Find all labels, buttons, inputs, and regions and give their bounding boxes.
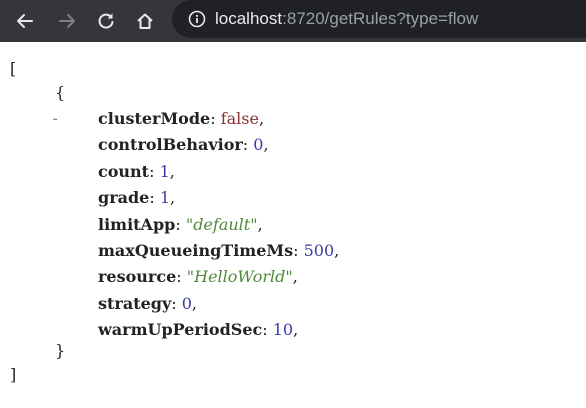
json-key: maxQueueingTimeMs [98, 241, 294, 260]
key-separator: : [171, 293, 182, 313]
key-separator: : [293, 241, 304, 260]
json-value: false [220, 109, 259, 128]
json-field-row: warmUpPeriodSec: 10, [98, 317, 298, 343]
back-button[interactable] [10, 6, 40, 36]
json-value: "default" [185, 214, 258, 234]
array-open-bracket: [ [10, 59, 17, 78]
info-icon[interactable] [188, 10, 206, 28]
json-key: limitApp [98, 214, 176, 234]
json-key: strategy [98, 293, 172, 313]
json-field-row: clusterMode: false, [98, 106, 264, 132]
browser-toolbar: localhost:8720/getRules?type=flow [0, 0, 586, 42]
url-path: :8720/getRules?type=flow [282, 9, 479, 28]
value-separator: , [334, 241, 340, 260]
json-value: 1 [159, 188, 171, 208]
value-separator: , [257, 214, 263, 234]
value-separator: , [170, 188, 176, 208]
value-separator: , [292, 267, 298, 287]
key-separator: : [176, 267, 187, 287]
json-value: 0 [181, 293, 192, 313]
json-field-row: maxQueueingTimeMs: 500, [98, 238, 339, 264]
value-separator: , [293, 320, 299, 340]
json-key: warmUpPeriodSec [98, 320, 263, 340]
key-separator: : [210, 109, 221, 128]
json-key: controlBehavior [98, 135, 243, 155]
reload-button[interactable] [91, 6, 121, 36]
json-field-row: controlBehavior: 0, [98, 132, 269, 158]
key-separator: : [242, 135, 254, 155]
object-close-brace: } [55, 341, 66, 360]
json-key: grade [98, 188, 150, 208]
reload-icon [98, 13, 114, 29]
json-field-row: grade: 1, [98, 185, 175, 211]
collapse-toggle[interactable]: - [50, 109, 60, 128]
key-separator: : [149, 161, 160, 181]
json-value: 10 [272, 320, 294, 340]
object-open-brace: { [55, 83, 66, 102]
home-button[interactable] [130, 6, 160, 36]
json-field-row: count: 1, [98, 159, 175, 185]
key-separator: : [262, 320, 273, 340]
json-viewer: [ - { clusterMode: false, controlBehavior… [0, 42, 586, 408]
key-separator: : [149, 188, 160, 208]
json-value: 500 [303, 241, 335, 260]
key-separator: : [175, 214, 186, 234]
json-value: "HelloWorld" [186, 267, 293, 287]
value-separator: , [191, 293, 198, 313]
json-value: 0 [253, 135, 264, 155]
forward-arrow-icon [59, 14, 75, 28]
json-field-row: resource: "HelloWorld", [98, 264, 298, 290]
json-key: resource [98, 267, 177, 287]
value-separator: , [169, 161, 175, 181]
address-bar[interactable]: localhost:8720/getRules?type=flow [172, 0, 586, 38]
home-icon [137, 13, 153, 29]
json-value: 1 [159, 161, 170, 181]
json-field-row: limitApp: "default", [98, 212, 263, 238]
url-host: localhost [215, 9, 283, 28]
json-field-row: strategy: 0, [98, 291, 197, 317]
forward-button[interactable] [52, 6, 82, 36]
value-separator: , [258, 109, 265, 128]
json-key: clusterMode [98, 109, 211, 128]
array-close-bracket: ] [10, 365, 17, 384]
back-arrow-icon [17, 14, 33, 28]
value-separator: , [263, 135, 269, 155]
json-key: count [98, 161, 150, 181]
url-text[interactable]: localhost:8720/getRules?type=flow [215, 8, 478, 30]
